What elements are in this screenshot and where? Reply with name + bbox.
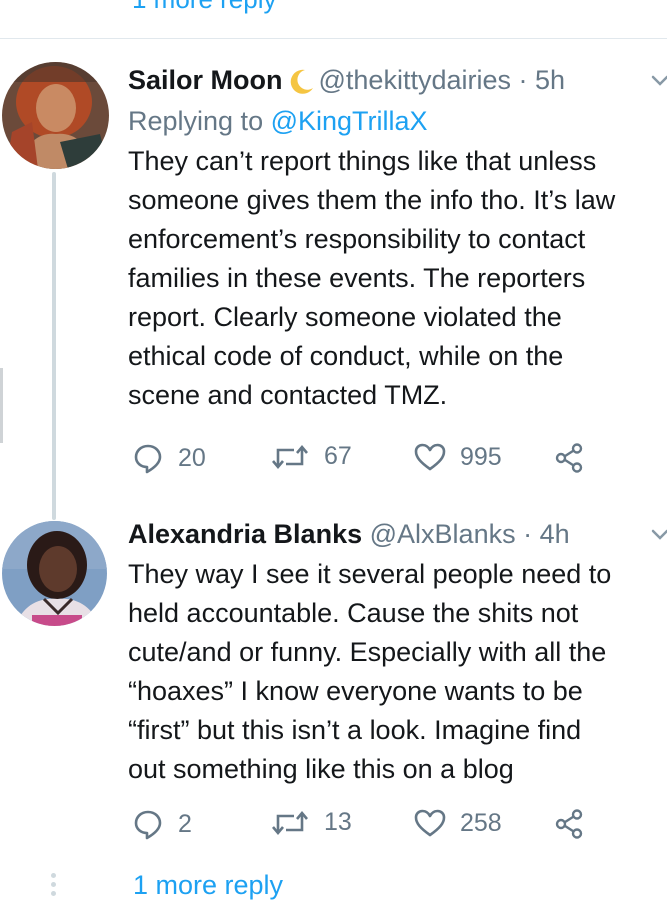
- chevron-down-icon[interactable]: [651, 528, 667, 546]
- thread-connector-line: [52, 172, 56, 520]
- divider: [0, 38, 667, 39]
- replying-to-mention-link[interactable]: @KingTrillaX: [271, 106, 428, 136]
- like-button[interactable]: 995: [414, 442, 502, 472]
- tweet-sailor-moon[interactable]: Sailor Moon @thekittydairies · 5h Replyin…: [128, 62, 667, 415]
- reply-button[interactable]: 20: [132, 442, 206, 474]
- avatar-sailor-moon[interactable]: [2, 62, 109, 169]
- moon-emoji-icon: [289, 67, 315, 103]
- retweet-count: 67: [324, 442, 352, 470]
- timestamp[interactable]: 4h: [540, 519, 570, 549]
- edge-scroll-tab: [0, 368, 3, 443]
- retweet-button[interactable]: 13: [270, 808, 352, 837]
- tweet-alexandria-blanks[interactable]: Alexandria Blanks @AlxBlanks · 4h They w…: [128, 516, 667, 789]
- thread-continuation-dots: [51, 873, 57, 900]
- chevron-down-icon[interactable]: [651, 74, 667, 92]
- share-nodes-icon: [553, 808, 585, 840]
- replying-to-line: Replying to @KingTrillaX: [128, 103, 667, 139]
- tweet-header: Alexandria Blanks @AlxBlanks · 4h: [128, 516, 667, 552]
- more-replies-link[interactable]: 1 more reply: [133, 870, 283, 901]
- replying-prefix: Replying to: [128, 106, 264, 136]
- retweet-arrows-icon: [270, 809, 310, 837]
- reply-count: 20: [178, 443, 206, 472]
- retweet-count: 13: [324, 808, 352, 836]
- heart-outline-icon: [414, 442, 446, 472]
- separator-dot: ·: [518, 65, 528, 95]
- display-name[interactable]: Alexandria Blanks: [128, 519, 362, 549]
- reply-button[interactable]: 2: [132, 808, 192, 840]
- like-count: 258: [460, 808, 502, 837]
- timestamp[interactable]: 5h: [535, 65, 565, 95]
- user-handle[interactable]: @thekittydairies: [319, 65, 511, 95]
- avatar-alexandria-blanks[interactable]: [2, 521, 107, 626]
- share-button[interactable]: [553, 442, 585, 474]
- like-count: 995: [460, 442, 502, 471]
- display-name[interactable]: Sailor Moon: [128, 65, 283, 95]
- tweet-header: Sailor Moon @thekittydairies · 5h: [128, 62, 667, 103]
- heart-outline-icon: [414, 808, 446, 838]
- retweet-button[interactable]: 67: [270, 442, 352, 471]
- share-nodes-icon: [553, 442, 585, 474]
- like-button[interactable]: 258: [414, 808, 502, 838]
- top-more-replies-link[interactable]: 1 more reply: [132, 0, 277, 15]
- separator-dot: ·: [523, 519, 533, 549]
- share-button[interactable]: [553, 808, 585, 840]
- retweet-arrows-icon: [270, 443, 310, 471]
- speech-bubble-icon: [132, 808, 164, 840]
- reply-count: 2: [178, 809, 192, 838]
- tweet-text: They can’t report things like that unles…: [128, 146, 616, 410]
- tweet-text: They way I see it several people need to…: [128, 559, 612, 784]
- speech-bubble-icon: [132, 442, 164, 474]
- user-handle[interactable]: @AlxBlanks: [370, 519, 516, 549]
